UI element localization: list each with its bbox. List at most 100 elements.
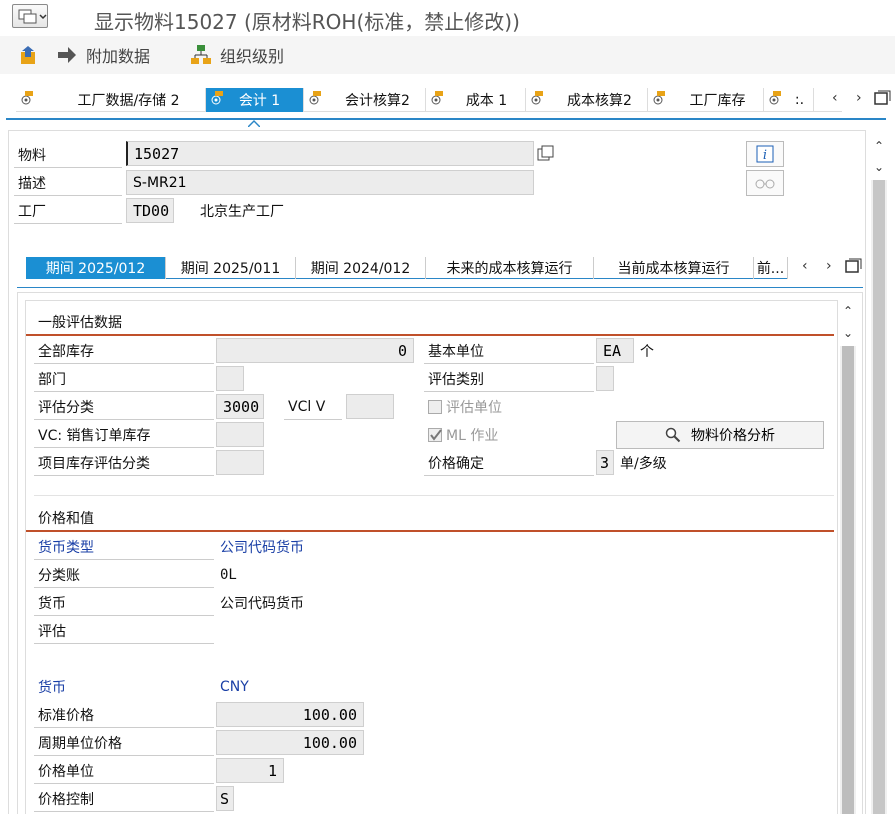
plant-field[interactable]: TD00 [126, 198, 174, 223]
valuation-category-field[interactable] [596, 366, 614, 391]
tab-costing-1[interactable]: 成本 1 [426, 88, 526, 112]
price-control-field[interactable]: S [216, 786, 234, 811]
section-divider [26, 334, 834, 336]
currency-value: 公司代码货币 [220, 596, 304, 612]
chevron-right-icon[interactable]: › [826, 258, 832, 274]
ledger-value: 0L [220, 567, 237, 583]
project-stock-field[interactable] [216, 450, 264, 475]
scroll-up-icon[interactable]: ⌃ [874, 139, 884, 153]
scroll-up-icon[interactable]: ⌃ [843, 304, 853, 318]
description-field[interactable]: S-MR21 [126, 170, 534, 195]
svg-text:i: i [763, 148, 767, 163]
tab-label: 工厂数据/存储 2 [77, 93, 180, 109]
currency-2-label: 货币 [38, 680, 66, 696]
chevron-left-icon[interactable]: ‹ [832, 90, 838, 106]
tab-label: 会计 1 [238, 93, 281, 109]
tab-period-2025-011[interactable]: 期间 2025/011 [166, 257, 296, 279]
checkmark-icon [428, 428, 442, 442]
outer-scrollbar[interactable] [871, 180, 887, 814]
inner-scrollbar[interactable] [840, 346, 856, 814]
active-tab-pointer [247, 112, 261, 128]
scroll-down-icon[interactable]: ⌄ [843, 326, 853, 340]
periodic-unit-price-field[interactable]: 100.00 [216, 730, 364, 755]
status-icon [21, 91, 33, 105]
tab-underline [6, 118, 886, 120]
view-tabstrip: 工厂数据/存储 2 会计 1 会计核算2 成本 1 成本核算2 工厂库存 :. [16, 88, 842, 112]
tab-future-costing[interactable]: 未来的成本核算运行 [426, 257, 594, 279]
valuated-unit-checkbox[interactable]: 评估单位 [428, 394, 502, 420]
vc-sales-order-field[interactable] [216, 422, 264, 447]
additional-data-button[interactable]: 附加数据 [56, 44, 150, 66]
org-hierarchy-icon [191, 45, 211, 64]
tab-list-icon[interactable] [845, 258, 863, 278]
title-bar: 显示物料15027 (原材料ROH(标准，禁止修改)) [0, 0, 895, 36]
window-title: 显示物料15027 (原材料ROH(标准，禁止修改)) [94, 10, 520, 34]
general-valuation-header: 一般评估数据 [26, 312, 834, 336]
additional-data-label: 附加数据 [86, 47, 151, 66]
base-unit-field[interactable]: EA [596, 338, 634, 363]
plant-label: 工厂 [14, 198, 122, 224]
prices-title: 价格和值 [38, 511, 94, 527]
ml-activity-label: ML 作业 [446, 428, 499, 444]
period-tab-underline [17, 287, 863, 288]
tab-period-2024-012[interactable]: 期间 2024/012 [296, 257, 426, 279]
tab-accounting-2[interactable]: 会计核算2 [304, 88, 426, 112]
prices-header: 价格和值 [26, 508, 834, 532]
tab-current-costing[interactable]: 当前成本核算运行 [594, 257, 754, 279]
tab-plant-stock[interactable]: 工厂库存 [648, 88, 764, 112]
currency-label: 货币 [34, 590, 214, 616]
tab-label: 会计核算2 [345, 93, 410, 109]
copy-icon[interactable] [536, 144, 556, 168]
export-button[interactable] [18, 44, 40, 66]
valuation-class-field[interactable]: 3000 [216, 394, 264, 419]
description-label: 描述 [14, 170, 122, 196]
price-analysis-label: 物料价格分析 [691, 428, 775, 444]
tab-plant-data-storage-2[interactable]: 工厂数据/存储 2 [16, 88, 206, 112]
checkbox-icon [428, 400, 442, 414]
base-unit-label: 基本单位 [424, 338, 594, 364]
tab-label: 成本 1 [465, 93, 508, 109]
period-tabstrip: 期间 2025/012 期间 2025/011 期间 2024/012 未来的成… [26, 257, 788, 279]
status-icon [211, 91, 223, 105]
vclv-label: VCl V [284, 394, 342, 420]
display-button[interactable] [746, 170, 784, 196]
price-unit-field[interactable]: 1 [216, 758, 284, 783]
tab-more[interactable]: :. [764, 88, 814, 112]
inner-scroll-thumb[interactable] [842, 346, 854, 814]
currency-type-value: 公司代码货币 [220, 540, 304, 556]
chevron-left-icon[interactable]: ‹ [802, 258, 808, 274]
chevron-right-icon[interactable]: › [856, 90, 862, 106]
tab-list-icon[interactable] [874, 90, 892, 110]
ml-activity-checkbox[interactable]: ML 作业 [428, 422, 498, 448]
tab-period-2025-012[interactable]: 期间 2025/012 [26, 257, 166, 279]
material-field[interactable]: 15027 [126, 141, 534, 166]
plant-name: 北京生产工厂 [200, 204, 284, 220]
status-icon [653, 91, 665, 105]
standard-price-field[interactable]: 100.00 [216, 702, 364, 727]
total-stock-field[interactable]: 0 [216, 338, 414, 363]
tab-costing-2[interactable]: 成本核算2 [526, 88, 648, 112]
valuation-label: 评估 [34, 618, 214, 644]
vclv-field[interactable] [346, 394, 394, 419]
tab-label: :. [794, 92, 805, 108]
system-menu-button[interactable] [12, 4, 48, 28]
info-button[interactable]: i [746, 141, 784, 167]
material-price-analysis-button[interactable]: 物料价格分析 [616, 421, 824, 449]
info-icon: i [756, 145, 774, 163]
tab-previous[interactable]: 前... [754, 257, 788, 279]
currency-2-value: CNY [220, 679, 249, 695]
outer-scroll-thumb[interactable] [873, 180, 885, 814]
currency-type-label: 货币类型 [34, 534, 214, 560]
general-valuation-title: 一般评估数据 [38, 315, 122, 331]
scroll-down-icon[interactable]: ⌄ [874, 160, 884, 174]
division-field[interactable] [216, 366, 244, 391]
section-divider [26, 530, 834, 532]
tab-accounting-1[interactable]: 会计 1 [206, 88, 304, 112]
material-label: 物料 [14, 142, 122, 168]
org-levels-label: 组织级别 [220, 47, 285, 66]
org-levels-button[interactable]: 组织级别 [190, 44, 284, 66]
total-stock-label: 全部库存 [34, 338, 214, 364]
price-determination-text: 单/多级 [620, 456, 667, 472]
valuated-unit-label: 评估单位 [446, 400, 502, 416]
price-determination-field[interactable]: 3 [596, 450, 614, 475]
